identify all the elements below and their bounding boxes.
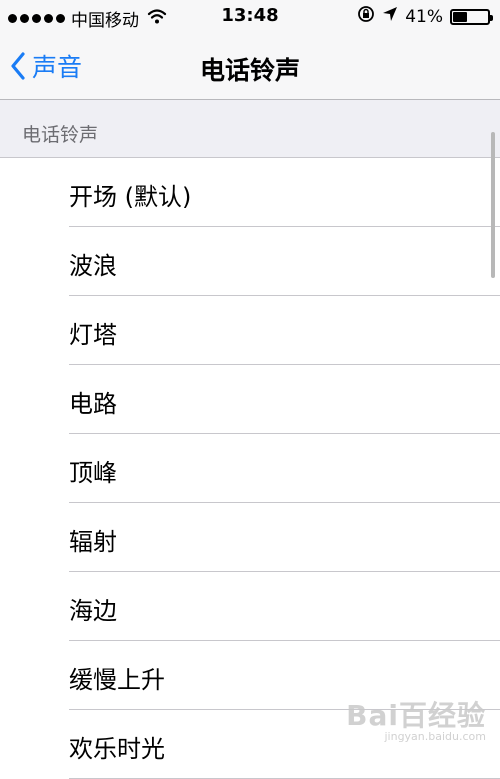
ringtone-item[interactable]: 灯塔 (0, 296, 500, 365)
ringtone-item-label: 波浪 (69, 252, 117, 280)
navigation-bar: 声音 电话铃声 (0, 34, 500, 100)
ringtone-item[interactable]: 波浪 (0, 227, 500, 296)
section-header: 电话铃声 (0, 100, 500, 158)
ringtone-item-label: 辐射 (69, 528, 117, 556)
ringtone-item[interactable]: 开场 (默认) (0, 158, 500, 227)
ringtone-item[interactable]: 辐射 (0, 503, 500, 572)
scrollbar[interactable] (491, 132, 495, 278)
ringtone-item-label: 海边 (69, 597, 117, 625)
page-title: 电话铃声 (199, 56, 300, 85)
status-right: 41% (357, 5, 493, 28)
battery-icon (450, 8, 493, 25)
ringtone-item-label: 开场 (默认) (69, 183, 192, 211)
ringtone-item-label: 欢乐时光 (69, 735, 165, 763)
ringtone-item[interactable]: 电路 (0, 365, 500, 434)
watermark: Bai百经验 jingyan.baidu.com (346, 694, 486, 743)
watermark-logo: Bai百经验 (346, 699, 486, 732)
ringtone-item-label: 电路 (69, 390, 117, 418)
ringtone-item-label: 顶峰 (69, 459, 117, 487)
battery-level-fill (453, 11, 467, 22)
ringtone-item[interactable]: 海边 (0, 572, 500, 641)
ringtone-item[interactable]: 顶峰 (0, 434, 500, 503)
ringtone-item-label: 缓慢上升 (69, 666, 165, 694)
location-arrow-icon (382, 6, 398, 27)
status-bar: 中国移动 13:48 41% (0, 0, 500, 34)
battery-percent: 41% (405, 6, 443, 27)
section-header-label: 电话铃声 (22, 124, 99, 146)
ringtone-item-label: 灯塔 (69, 321, 117, 349)
ringtone-list: 开场 (默认) 波浪灯塔电路顶峰辐射海边缓慢上升欢乐时光 (0, 158, 500, 779)
rotation-lock-icon (357, 5, 375, 28)
